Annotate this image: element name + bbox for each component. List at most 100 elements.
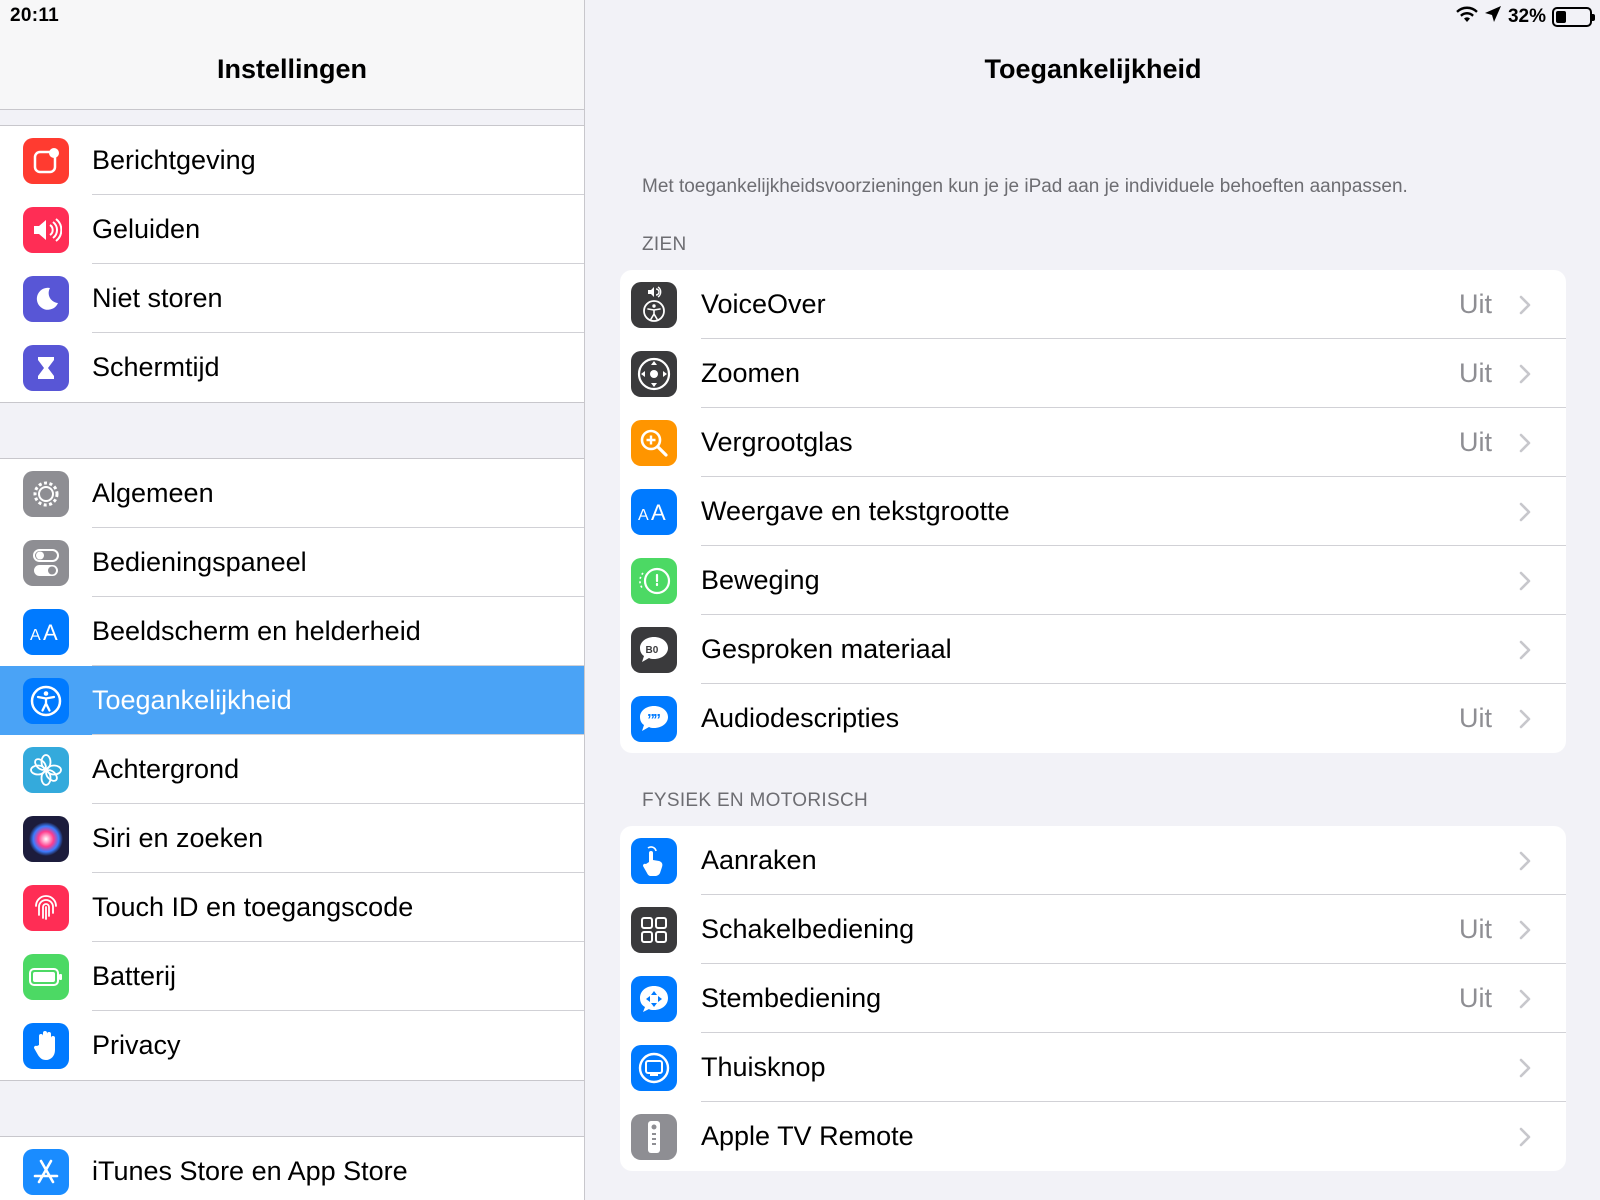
quote-bubble-icon: ”” <box>631 695 677 742</box>
siri-icon <box>23 815 69 862</box>
sidebar-item-bedieningspaneel[interactable]: Bedieningspaneel <box>0 528 584 597</box>
hourglass-icon <box>23 344 69 391</box>
gear-icon <box>23 470 69 517</box>
sidebar-item-toegankelijkheid[interactable]: Toegankelijkheid <box>0 666 584 735</box>
setting-label: Thuisknop <box>701 1052 826 1082</box>
chevron-right-icon <box>1510 290 1540 320</box>
home-button-icon <box>631 1044 677 1091</box>
sidebar-group: Berichtgeving Geluiden Niet storen Schermti… <box>0 125 584 403</box>
sidebar-item-label: Niet storen <box>92 283 223 313</box>
chevron-right-icon <box>1510 846 1540 876</box>
setting-zoomen[interactable]: Zoomen Uit <box>620 339 1566 408</box>
battery-level <box>1556 11 1567 23</box>
setting-vergrootglas[interactable]: Vergrootglas Uit <box>620 408 1566 477</box>
sidebar-item-label: Touch ID en toegangscode <box>92 892 414 922</box>
setting-voiceover[interactable]: VoiceOver Uit <box>620 270 1566 339</box>
wifi-icon <box>1456 5 1478 29</box>
sidebar-item-label: Schermtijd <box>92 352 220 382</box>
sidebar-group: Algemeen Bedieningspaneel A A Beeldscherm en… <box>0 458 584 1081</box>
section-header: FYSIEK EN MOTORISCH <box>642 790 868 811</box>
sidebar-item-label: Batterij <box>92 961 177 991</box>
sidebar-item-berichtgeving[interactable]: Berichtgeving <box>0 126 584 195</box>
notifications-icon <box>23 137 69 184</box>
chevron-right-icon <box>1510 359 1540 389</box>
sidebar-item-label: Algemeen <box>92 478 214 508</box>
sidebar-header: Instellingen <box>0 0 584 110</box>
speech-bubble-icon: B0 <box>631 626 677 673</box>
setting-value: Uit <box>1459 914 1492 944</box>
setting-thuisknop[interactable]: Thuisknop <box>620 1033 1566 1102</box>
voiceover-icon <box>631 281 677 328</box>
speaker-icon <box>23 206 69 253</box>
setting-value: Uit <box>1459 427 1492 457</box>
sidebar-item-label: Berichtgeving <box>92 145 256 175</box>
voice-control-icon <box>631 975 677 1022</box>
sidebar-item-geluiden[interactable]: Geluiden <box>0 195 584 264</box>
svg-text:A: A <box>651 500 666 524</box>
hand-icon <box>23 1022 69 1069</box>
fingerprint-icon <box>23 884 69 931</box>
sidebar-item-label: Bedieningspaneel <box>92 547 307 577</box>
chevron-right-icon <box>1510 704 1540 734</box>
zoom-icon <box>631 350 677 397</box>
setting-weergave-en-tekstgrootte[interactable]: A A Weergave en tekstgrootte <box>620 477 1566 546</box>
sidebar-item-label: Siri en zoeken <box>92 823 264 853</box>
app-store-icon <box>23 1148 69 1195</box>
settings-sidebar: Instellingen Berichtgeving Geluiden Niet s… <box>0 0 585 1200</box>
touch-hand-icon <box>631 837 677 884</box>
battery-icon <box>23 953 69 1000</box>
moon-icon <box>23 275 69 322</box>
sidebar-item-itunes-store-en-app-store[interactable]: iTunes Store en App Store <box>0 1137 584 1200</box>
setting-apple-tv-remote[interactable]: Apple TV Remote <box>620 1102 1566 1171</box>
setting-aanraken[interactable]: Aanraken <box>620 826 1566 895</box>
svg-text:B0: B0 <box>646 645 659 656</box>
setting-gesproken-materiaal[interactable]: B0 Gesproken materiaal <box>620 615 1566 684</box>
location-arrow-icon <box>1484 5 1502 29</box>
chevron-right-icon <box>1510 1053 1540 1083</box>
remote-icon <box>631 1113 677 1160</box>
motion-icon <box>631 557 677 604</box>
setting-beweging[interactable]: Beweging <box>620 546 1566 615</box>
sidebar-item-privacy[interactable]: Privacy <box>0 1011 584 1080</box>
setting-stembediening[interactable]: Stembediening Uit <box>620 964 1566 1033</box>
chevron-right-icon <box>1510 635 1540 665</box>
svg-text:A: A <box>30 627 41 644</box>
setting-label: Weergave en tekstgrootte <box>701 496 1010 526</box>
chevron-right-icon <box>1510 497 1540 527</box>
setting-schakelbediening[interactable]: Schakelbediening Uit <box>620 895 1566 964</box>
settings-card: Aanraken Schakelbediening Uit Stembediening… <box>620 826 1566 1171</box>
status-right: 32% <box>1456 5 1595 29</box>
sidebar-title: Instellingen <box>216 54 368 84</box>
sidebar-item-batterij[interactable]: Batterij <box>0 942 584 1011</box>
svg-text:A: A <box>638 507 649 524</box>
sidebar-item-label: Geluiden <box>92 214 201 244</box>
setting-value: Uit <box>1459 289 1492 319</box>
setting-value: Uit <box>1459 703 1492 733</box>
status-time: 20:11 <box>10 5 60 26</box>
setting-label: Beweging <box>701 565 820 595</box>
sidebar-item-schermtijd[interactable]: Schermtijd <box>0 333 584 402</box>
sidebar-item-algemeen[interactable]: Algemeen <box>0 459 584 528</box>
sidebar-item-niet-storen[interactable]: Niet storen <box>0 264 584 333</box>
setting-label: Apple TV Remote <box>701 1121 914 1151</box>
section-header: ZIEN <box>642 234 687 255</box>
sidebar-item-achtergrond[interactable]: Achtergrond <box>0 735 584 804</box>
setting-label: Aanraken <box>701 845 817 875</box>
toggles-icon <box>23 539 69 586</box>
text-size-icon: AA <box>23 608 69 655</box>
text-size-icon: AA <box>631 488 677 535</box>
sidebar-item-label: Privacy <box>92 1030 181 1060</box>
setting-label: VoiceOver <box>701 289 826 319</box>
detail-title: Toegankelijkheid <box>984 54 1202 84</box>
grid-icon <box>631 906 677 953</box>
setting-value: Uit <box>1459 358 1492 388</box>
detail-description: Met toegankelijkheidsvoorzieningen kun j… <box>642 176 1408 197</box>
sidebar-item-beeldscherm-en-helderheid[interactable]: A A Beeldscherm en helderheid <box>0 597 584 666</box>
sidebar-item-touch-id-en-toegangscode[interactable]: Touch ID en toegangscode <box>0 873 584 942</box>
sidebar-item-siri-en-zoeken[interactable]: Siri en zoeken <box>0 804 584 873</box>
setting-label: Stembediening <box>701 983 882 1013</box>
flower-icon <box>23 746 69 793</box>
setting-audiodescripties[interactable]: ”” Audiodescripties Uit <box>620 684 1566 753</box>
chevron-right-icon <box>1510 915 1540 945</box>
accessibility-icon <box>23 677 69 724</box>
